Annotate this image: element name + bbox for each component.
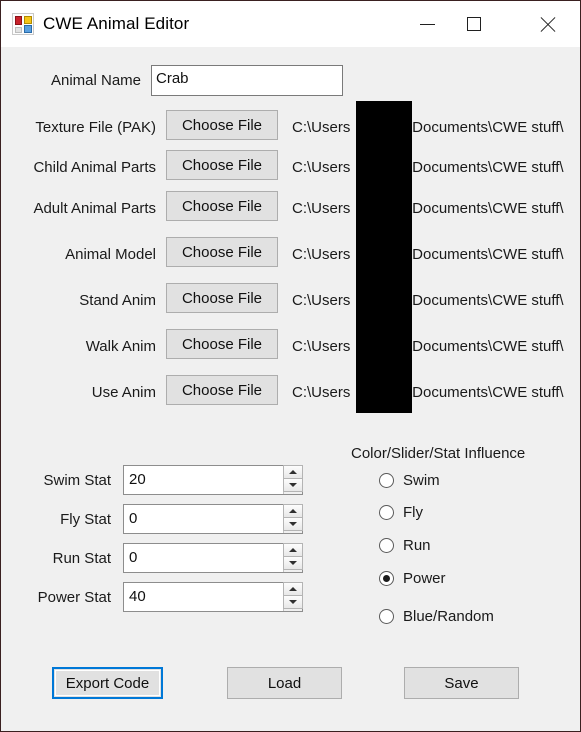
radio-icon <box>379 538 394 553</box>
label-swim-stat: Swim Stat <box>43 472 111 489</box>
path-text-suffix-stand-anim: \Documents\CWE stuff\ <box>408 292 564 309</box>
choose-file-button-child-animal-parts[interactable]: Choose File <box>166 150 278 180</box>
path-text-use-anim: C:\Users <box>292 384 351 401</box>
minimize-icon <box>419 23 435 25</box>
path-text-suffix-animal-model: \Documents\CWE stuff\ <box>408 246 564 263</box>
run-stat-value: 0 <box>129 549 138 566</box>
path-text-suffix-child-animal-parts: \Documents\CWE stuff\ <box>408 159 564 176</box>
radio-icon <box>379 473 394 488</box>
power-stat-spin-buttons[interactable] <box>283 582 303 611</box>
choose-file-button-stand-anim[interactable]: Choose File <box>166 283 278 313</box>
arrow-down-icon <box>289 600 297 604</box>
label-run-stat: Run Stat <box>52 550 111 567</box>
load-button[interactable]: Load <box>227 667 342 699</box>
choose-file-button-adult-animal-parts[interactable]: Choose File <box>166 191 278 221</box>
choose-file-button-use-anim[interactable]: Choose File <box>166 375 278 405</box>
label-adult-animal-parts: Adult Animal Parts <box>33 200 156 217</box>
arrow-down-icon <box>289 522 297 526</box>
choose-file-button-walk-anim[interactable]: Choose File <box>166 329 278 359</box>
run-stat-decrement-button[interactable] <box>283 556 303 570</box>
path-text-suffix-adult-animal-parts: \Documents\CWE stuff\ <box>408 200 564 217</box>
run-stat-spin-buttons[interactable] <box>283 543 303 572</box>
fly-stat-increment-button[interactable] <box>283 504 303 518</box>
export-code-button[interactable]: Export Code <box>52 667 163 699</box>
choose-file-button-animal-model[interactable]: Choose File <box>166 237 278 267</box>
path-text-walk-anim: C:\Users <box>292 338 351 355</box>
minimize-button[interactable] <box>404 1 450 47</box>
fly-stat-value: 0 <box>129 510 138 527</box>
path-text-suffix-walk-anim: \Documents\CWE stuff\ <box>408 338 564 355</box>
swim-stat-stepper[interactable]: 20 <box>123 465 303 495</box>
power-stat-decrement-button[interactable] <box>283 595 303 609</box>
label-stand-anim: Stand Anim <box>79 292 156 309</box>
swim-stat-increment-button[interactable] <box>283 465 303 479</box>
arrow-down-icon <box>289 561 297 565</box>
label-child-animal-parts: Child Animal Parts <box>33 159 156 176</box>
form-body: Animal Name Crab Texture File (PAK) Choo… <box>1 47 580 731</box>
fly-stat-decrement-button[interactable] <box>283 517 303 531</box>
power-stat-value: 40 <box>129 588 146 605</box>
radio-option-run[interactable]: Run <box>379 537 431 554</box>
path-text-texture-file-pak: C:\Users <box>292 119 351 136</box>
fly-stat-spin-buttons[interactable] <box>283 504 303 533</box>
close-icon <box>539 16 556 33</box>
radio-label-fly: Fly <box>403 504 423 521</box>
radio-option-blue-random[interactable]: Blue/Random <box>379 608 494 625</box>
radio-icon <box>379 609 394 624</box>
radio-label-blue-random: Blue/Random <box>403 608 494 625</box>
label-animal-name: Animal Name <box>50 72 141 89</box>
path-text-suffix-use-anim: \Documents\CWE stuff\ <box>408 384 564 401</box>
maximize-icon <box>467 17 481 31</box>
run-stat-increment-button[interactable] <box>283 543 303 557</box>
app-window: CWE Animal Editor Animal Name Crab Textu… <box>0 0 581 732</box>
path-text-child-animal-parts: C:\Users <box>292 159 351 176</box>
maximize-button[interactable] <box>451 1 497 47</box>
path-text-suffix-texture-file-pak: \Documents\CWE stuff\ <box>408 119 564 136</box>
radio-label-swim: Swim <box>403 472 440 489</box>
animal-name-input[interactable]: Crab <box>151 65 343 96</box>
title-bar-left: CWE Animal Editor <box>12 1 189 47</box>
swim-stat-spin-buttons[interactable] <box>283 465 303 494</box>
path-text-adult-animal-parts: C:\Users <box>292 200 351 217</box>
arrow-up-icon <box>289 509 297 513</box>
arrow-up-icon <box>289 548 297 552</box>
path-text-animal-model: C:\Users <box>292 246 351 263</box>
label-fly-stat: Fly Stat <box>60 511 111 528</box>
fly-stat-stepper[interactable]: 0 <box>123 504 303 534</box>
radio-icon <box>379 505 394 520</box>
power-stat-increment-button[interactable] <box>283 582 303 596</box>
influence-group-title: Color/Slider/Stat Influence <box>351 445 526 462</box>
arrow-up-icon <box>289 470 297 474</box>
radio-label-run: Run <box>403 537 431 554</box>
window-title: CWE Animal Editor <box>43 14 190 33</box>
path-text-stand-anim: C:\Users <box>292 292 351 309</box>
radio-label-power: Power <box>403 570 446 587</box>
label-texture-file-pak: Texture File (PAK) <box>35 119 156 136</box>
swim-stat-decrement-button[interactable] <box>283 478 303 492</box>
radio-option-swim[interactable]: Swim <box>379 472 440 489</box>
swim-stat-value: 20 <box>129 471 146 488</box>
arrow-down-icon <box>289 483 297 487</box>
close-button[interactable] <box>523 1 571 47</box>
save-button[interactable]: Save <box>404 667 519 699</box>
arrow-up-icon <box>289 587 297 591</box>
radio-icon-selected <box>379 571 394 586</box>
label-animal-model: Animal Model <box>65 246 156 263</box>
radio-option-power[interactable]: Power <box>379 570 446 587</box>
label-walk-anim: Walk Anim <box>85 338 156 355</box>
run-stat-stepper[interactable]: 0 <box>123 543 303 573</box>
radio-option-fly[interactable]: Fly <box>379 504 423 521</box>
label-power-stat: Power Stat <box>37 589 111 606</box>
title-bar: CWE Animal Editor <box>1 1 580 47</box>
power-stat-stepper[interactable]: 40 <box>123 582 303 612</box>
label-use-anim: Use Anim <box>91 384 156 401</box>
winforms-app-icon <box>12 13 34 35</box>
choose-file-button-texture-file-pak[interactable]: Choose File <box>166 110 278 140</box>
redaction-overlay <box>356 101 412 413</box>
